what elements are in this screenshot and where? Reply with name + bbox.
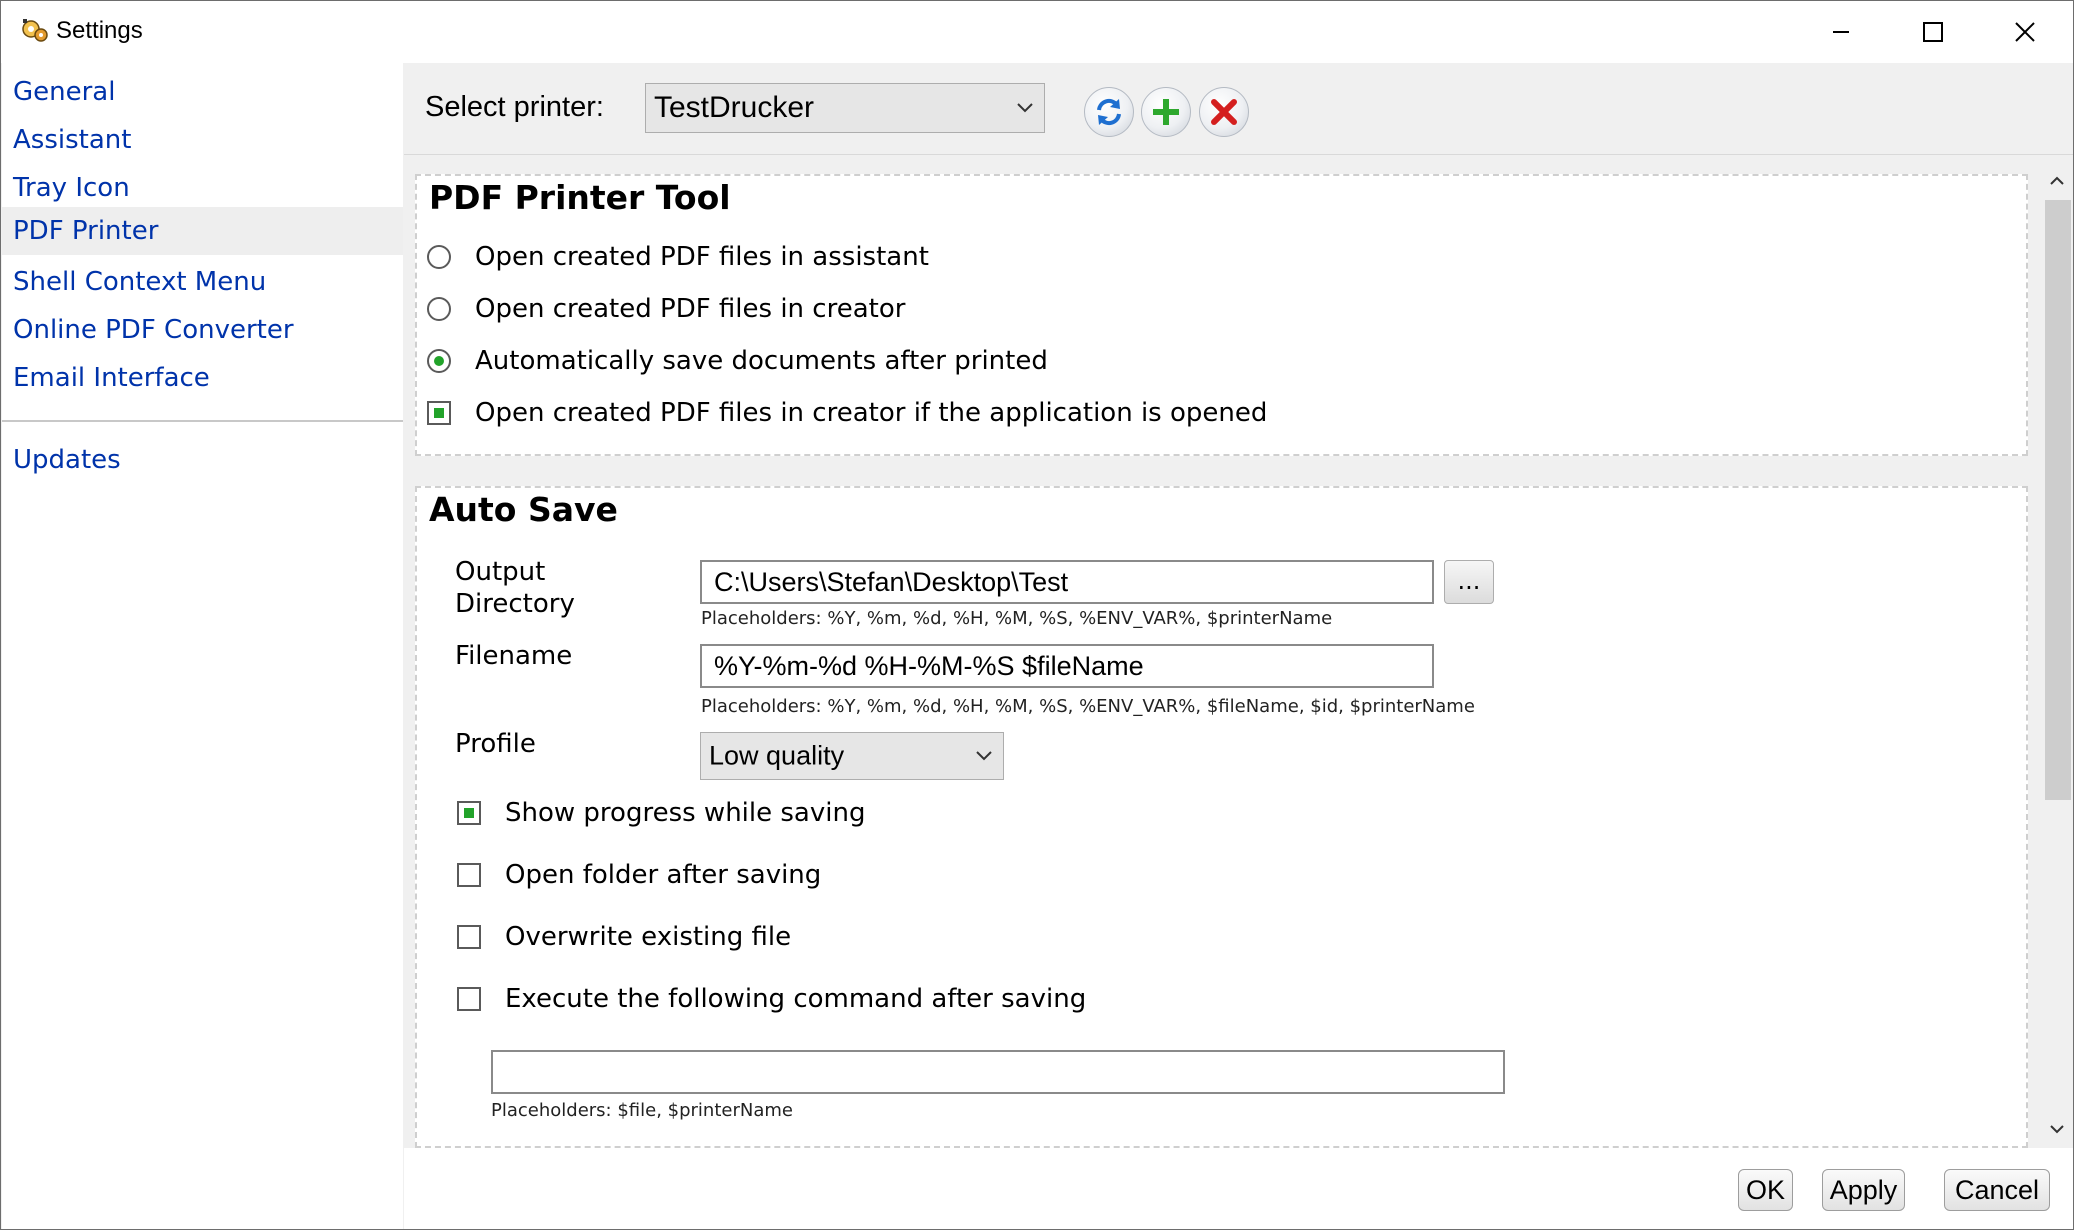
output-directory-label-line2: Directory xyxy=(455,589,575,619)
maximize-button[interactable] xyxy=(1887,1,1979,63)
minimize-button[interactable] xyxy=(1795,1,1887,63)
settings-window: Settings General Assistant Tray Icon PDF… xyxy=(0,0,2074,1230)
option-label: Overwrite existing file xyxy=(505,922,792,952)
filename-input[interactable]: %Y-%m-%d %H-%M-%S $fileName xyxy=(700,644,1434,688)
apply-button[interactable]: Apply xyxy=(1822,1169,1905,1211)
sidebar-item-shell-context-menu[interactable]: Shell Context Menu xyxy=(2,259,403,305)
dialog-footer: OK Apply Cancel xyxy=(404,1148,2073,1229)
option-open-folder[interactable]: Open folder after saving xyxy=(457,860,821,890)
option-label: Open created PDF files in creator xyxy=(475,294,906,324)
option-label: Open created PDF files in assistant xyxy=(475,242,929,272)
option-show-progress[interactable]: Show progress while saving xyxy=(457,798,865,828)
add-printer-button[interactable] xyxy=(1141,87,1191,137)
sidebar-item-updates[interactable]: Updates xyxy=(2,437,403,483)
chevron-down-icon xyxy=(2050,1125,2064,1134)
maximize-icon xyxy=(1923,22,1943,42)
browse-directory-button[interactable]: ... xyxy=(1444,560,1494,604)
close-button[interactable] xyxy=(1979,1,2071,63)
option-label: Show progress while saving xyxy=(505,798,866,828)
auto-save-group: Auto Save Output Directory C:\Users\Stef… xyxy=(415,486,2028,1148)
sidebar-item-tray-icon[interactable]: Tray Icon xyxy=(2,165,403,211)
refresh-icon xyxy=(1097,98,1121,126)
sidebar-item-general[interactable]: General xyxy=(2,69,403,115)
chevron-down-icon xyxy=(1017,103,1033,113)
ok-button[interactable]: OK xyxy=(1738,1169,1793,1211)
close-icon xyxy=(2015,22,2035,42)
option-execute-command[interactable]: Execute the following command after savi… xyxy=(457,984,1086,1014)
output-directory-label-line1: Output xyxy=(455,557,546,587)
option-auto-save[interactable]: Automatically save documents after print… xyxy=(427,346,1048,376)
filename-label: Filename xyxy=(455,641,573,671)
refresh-printers-button[interactable] xyxy=(1084,87,1134,137)
scrollbar-thumb[interactable] xyxy=(2045,200,2071,800)
option-open-if-app-opened[interactable]: Open created PDF files in creator if the… xyxy=(427,398,1267,428)
checkbox-execute-command[interactable] xyxy=(457,987,481,1011)
command-hint: Placeholders: $file, $printerName xyxy=(491,1100,793,1121)
profile-select[interactable]: Low quality xyxy=(700,732,1004,780)
profile-select-value: Low quality xyxy=(709,740,845,771)
sidebar-divider xyxy=(2,420,403,422)
command-input[interactable] xyxy=(491,1050,1505,1094)
select-printer-label: Select printer: xyxy=(425,91,604,123)
vertical-scrollbar[interactable] xyxy=(2041,156,2073,1148)
chevron-up-icon xyxy=(2050,176,2064,185)
minimize-icon xyxy=(1833,31,1849,33)
checkbox-open-if-app-opened[interactable] xyxy=(427,401,451,425)
radio-open-in-assistant[interactable] xyxy=(427,245,451,269)
option-open-in-assistant[interactable]: Open created PDF files in assistant xyxy=(427,242,929,272)
sidebar-item-online-pdf-converter[interactable]: Online PDF Converter xyxy=(2,307,403,353)
app-icon xyxy=(22,19,48,42)
add-icon xyxy=(1153,99,1179,125)
option-label: Open folder after saving xyxy=(505,860,822,890)
sidebar-item-pdf-printer[interactable]: PDF Printer xyxy=(2,207,403,255)
pdf-printer-tool-title: PDF Printer Tool xyxy=(429,178,731,217)
printer-select[interactable]: TestDrucker xyxy=(645,83,1045,133)
sidebar-item-assistant[interactable]: Assistant xyxy=(2,117,403,163)
option-overwrite[interactable]: Overwrite existing file xyxy=(457,922,791,952)
delete-printer-button[interactable] xyxy=(1199,87,1249,137)
chevron-down-icon xyxy=(976,751,992,761)
sidebar-item-email-interface[interactable]: Email Interface xyxy=(2,355,403,401)
output-directory-input[interactable]: C:\Users\Stefan\Desktop\Test xyxy=(700,560,1434,604)
option-open-in-creator[interactable]: Open created PDF files in creator xyxy=(427,294,905,324)
settings-content: PDF Printer Tool Open created PDF files … xyxy=(404,156,2041,1148)
checkbox-open-folder[interactable] xyxy=(457,863,481,887)
printer-select-value: TestDrucker xyxy=(654,91,815,124)
pdf-printer-tool-group: PDF Printer Tool Open created PDF files … xyxy=(415,174,2028,456)
radio-auto-save[interactable] xyxy=(427,349,451,373)
option-label: Automatically save documents after print… xyxy=(475,346,1048,376)
printer-toolbar: Select printer: TestDrucker xyxy=(404,63,2073,155)
scroll-down-button[interactable] xyxy=(2041,1110,2073,1148)
output-directory-label: Output Directory xyxy=(455,556,575,620)
delete-icon xyxy=(1211,99,1237,125)
output-directory-hint: Placeholders: %Y, %m, %d, %H, %M, %S, %E… xyxy=(701,608,1333,629)
option-label: Open created PDF files in creator if the… xyxy=(475,398,1268,428)
profile-label: Profile xyxy=(455,729,536,759)
scroll-up-button[interactable] xyxy=(2041,162,2073,200)
radio-open-in-creator[interactable] xyxy=(427,297,451,321)
window-title: Settings xyxy=(56,17,143,44)
title-bar: Settings xyxy=(1,1,2073,63)
filename-hint: Placeholders: %Y, %m, %d, %H, %M, %S, %E… xyxy=(701,696,1475,717)
option-label: Execute the following command after savi… xyxy=(505,984,1087,1014)
auto-save-title: Auto Save xyxy=(429,490,618,529)
cancel-button[interactable]: Cancel xyxy=(1944,1169,2050,1211)
settings-sidebar: General Assistant Tray Icon PDF Printer … xyxy=(2,63,403,1229)
checkbox-overwrite[interactable] xyxy=(457,925,481,949)
checkbox-show-progress[interactable] xyxy=(457,801,481,825)
